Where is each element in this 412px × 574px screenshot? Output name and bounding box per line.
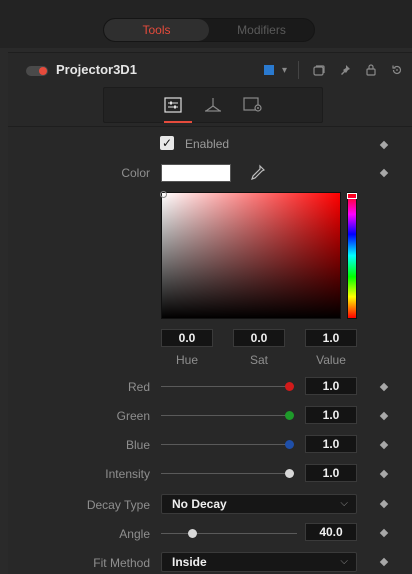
chevron-down-icon: ⌵ <box>340 556 348 567</box>
red-slider-track[interactable] <box>161 386 290 387</box>
keyframe-diamond-icon[interactable] <box>379 528 389 538</box>
keyframe-diamond-icon[interactable] <box>379 440 389 450</box>
angle-input[interactable]: 40.0 <box>305 523 357 541</box>
sat-label: Sat <box>249 353 268 367</box>
keyframe-diamond-icon[interactable] <box>379 411 389 421</box>
keyframe-diamond-icon[interactable] <box>379 469 389 479</box>
green-slider-knob[interactable] <box>285 411 294 420</box>
angle-label: Angle <box>119 527 150 541</box>
active-tab-indicator <box>164 121 192 123</box>
hue-marker[interactable] <box>347 193 357 199</box>
keyframe-diamond-icon[interactable] <box>379 499 389 509</box>
tool-header: Projector3D1 ▾ <box>8 52 412 86</box>
enabled-checkbox[interactable]: ✓ <box>160 136 174 150</box>
decay-type-dropdown[interactable]: No Decay ⌵ <box>161 494 357 514</box>
inspector-panel: ✓ Enabled Color 0.0 0.0 1.0 Hue Sat Valu… <box>8 86 412 574</box>
tool-name[interactable]: Projector3D1 <box>56 62 137 77</box>
hue-input[interactable]: 0.0 <box>161 329 213 347</box>
value-label: Value <box>316 353 346 367</box>
value-input[interactable]: 1.0 <box>305 329 357 347</box>
angle-slider-knob[interactable] <box>188 529 197 538</box>
settings-tab-icon[interactable] <box>242 94 264 116</box>
red-input[interactable]: 1.0 <box>305 377 357 395</box>
green-input[interactable]: 1.0 <box>305 406 357 424</box>
reset-icon[interactable] <box>388 61 406 79</box>
decay-type-label: Decay Type <box>86 498 150 512</box>
sat-input[interactable]: 0.0 <box>233 329 285 347</box>
keyframe-diamond-icon[interactable] <box>379 140 389 150</box>
modifiers-tab[interactable]: Modifiers <box>209 19 314 41</box>
hue-slider[interactable] <box>347 192 357 319</box>
lock-icon[interactable] <box>362 61 380 79</box>
red-label: Red <box>127 380 150 394</box>
angle-slider-track[interactable] <box>161 533 297 534</box>
color-label: Color <box>121 166 150 180</box>
green-slider-track[interactable] <box>161 415 290 416</box>
fit-method-value: Inside <box>172 555 207 569</box>
sv-marker[interactable] <box>160 191 167 198</box>
top-bar: Tools Modifiers <box>0 0 412 48</box>
transform-3d-tab-icon[interactable] <box>202 94 224 116</box>
intensity-label: Intensity <box>105 467 150 481</box>
intensity-input[interactable]: 1.0 <box>305 464 357 482</box>
blue-label: Blue <box>125 438 150 452</box>
pin-icon[interactable] <box>336 61 354 79</box>
controls-tab-icon[interactable] <box>162 94 184 116</box>
decay-type-value: No Decay <box>172 497 227 511</box>
header-icons: ▾ <box>263 61 406 79</box>
keyframe-diamond-icon[interactable] <box>379 382 389 392</box>
red-slider-knob[interactable] <box>285 382 294 391</box>
enabled-label: Enabled <box>185 137 230 151</box>
keyframe-diamond-icon[interactable] <box>379 168 389 178</box>
chevron-down-icon: ⌵ <box>340 498 348 509</box>
fit-method-label: Fit Method <box>93 556 150 570</box>
version-icon[interactable] <box>310 61 328 79</box>
tool-color-chip[interactable] <box>263 65 274 75</box>
blue-slider-track[interactable] <box>161 444 290 445</box>
inspector-tabs <box>103 87 323 123</box>
intensity-slider-track[interactable] <box>161 473 290 474</box>
saturation-value-picker[interactable] <box>160 191 341 319</box>
intensity-slider-knob[interactable] <box>285 469 294 478</box>
tool-active-toggle[interactable] <box>26 66 48 76</box>
keyframe-diamond-icon[interactable] <box>379 557 389 567</box>
tools-tab[interactable]: Tools <box>104 19 209 41</box>
eyedropper-icon[interactable] <box>248 164 266 182</box>
hue-label: Hue <box>175 353 198 367</box>
header-separator <box>298 61 299 79</box>
mode-switch: Tools Modifiers <box>103 18 315 42</box>
chevron-down-icon[interactable]: ▾ <box>282 65 287 76</box>
fit-method-dropdown[interactable]: Inside ⌵ <box>161 552 357 572</box>
tabs-divider <box>8 126 412 127</box>
blue-slider-knob[interactable] <box>285 440 294 449</box>
color-swatch[interactable] <box>161 164 231 182</box>
blue-input[interactable]: 1.0 <box>305 435 357 453</box>
green-label: Green <box>116 409 150 423</box>
